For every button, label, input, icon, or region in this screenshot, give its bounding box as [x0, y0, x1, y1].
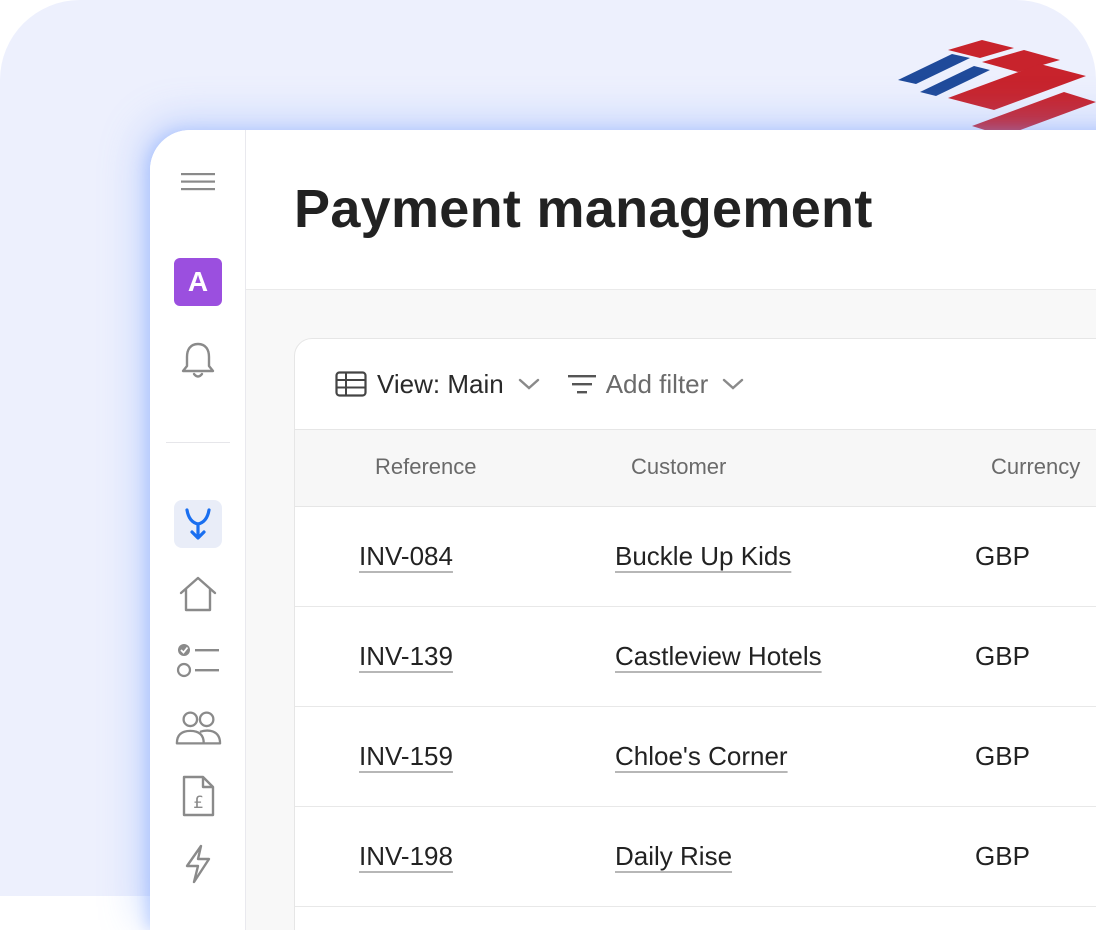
table-row[interactable]: INV-084 Buckle Up Kids GBP: [295, 507, 1096, 607]
bell-icon[interactable]: [174, 336, 222, 384]
chevron-down-icon: [518, 378, 539, 390]
reference-link[interactable]: INV-159: [359, 741, 453, 772]
sidebar: A £: [150, 130, 246, 930]
content-area: View: Main Add filter Reference Customer…: [246, 290, 1096, 930]
checklist-icon[interactable]: [174, 636, 222, 684]
avatar-letter: A: [187, 266, 209, 297]
currency-cell: GBP: [975, 741, 1030, 771]
reference-link[interactable]: INV-084: [359, 541, 453, 572]
page-title: Payment management: [294, 179, 873, 239]
filter-label: Add filter: [605, 368, 709, 399]
filter-icon: [567, 375, 596, 394]
table-header: Reference Customer Currency: [295, 429, 1096, 507]
currency-cell: GBP: [975, 641, 1030, 671]
users-icon[interactable]: [174, 704, 222, 752]
table-row[interactable]: INV-159 Chloe's Corner GBP: [295, 707, 1096, 807]
reference-link[interactable]: INV-198: [359, 841, 453, 872]
payments-table-card: View: Main Add filter Reference Customer…: [294, 338, 1096, 930]
customer-link[interactable]: Buckle Up Kids: [615, 541, 791, 572]
home-icon[interactable]: [174, 570, 222, 618]
reference-link[interactable]: INV-139: [359, 641, 453, 672]
add-filter-button[interactable]: Add filter: [567, 364, 745, 404]
pound-document-icon[interactable]: £: [174, 772, 222, 820]
view-selector[interactable]: View: Main: [335, 364, 540, 404]
app-window: A £ Payment management View: Main Add fi…: [150, 130, 1096, 930]
column-header-currency[interactable]: Currency: [991, 454, 1080, 480]
view-label: View: Main: [377, 368, 504, 399]
table-view-icon: [335, 371, 367, 397]
table-row[interactable]: INV-139 Castleview Hotels GBP: [295, 607, 1096, 707]
main-area: Payment management View: Main Add filter…: [246, 130, 1096, 930]
currency-cell: GBP: [975, 541, 1030, 571]
user-avatar[interactable]: A: [174, 258, 222, 306]
column-header-customer[interactable]: Customer: [631, 454, 726, 480]
customer-link[interactable]: Castleview Hotels: [615, 641, 822, 672]
svg-text:£: £: [193, 793, 204, 813]
chevron-down-icon: [723, 378, 744, 390]
table-toolbar: View: Main Add filter: [295, 339, 1096, 429]
column-header-reference[interactable]: Reference: [375, 454, 477, 480]
customer-link[interactable]: Daily Rise: [615, 841, 732, 872]
sidebar-divider: [166, 442, 230, 443]
page-header: Payment management: [246, 130, 1096, 290]
customer-link[interactable]: Chloe's Corner: [615, 741, 788, 772]
menu-icon[interactable]: [174, 158, 222, 206]
table-row[interactable]: INV-198 Daily Rise GBP: [295, 807, 1096, 907]
currency-cell: GBP: [975, 841, 1030, 871]
merge-arrow-icon[interactable]: [174, 500, 222, 548]
lightning-icon[interactable]: [174, 840, 222, 888]
